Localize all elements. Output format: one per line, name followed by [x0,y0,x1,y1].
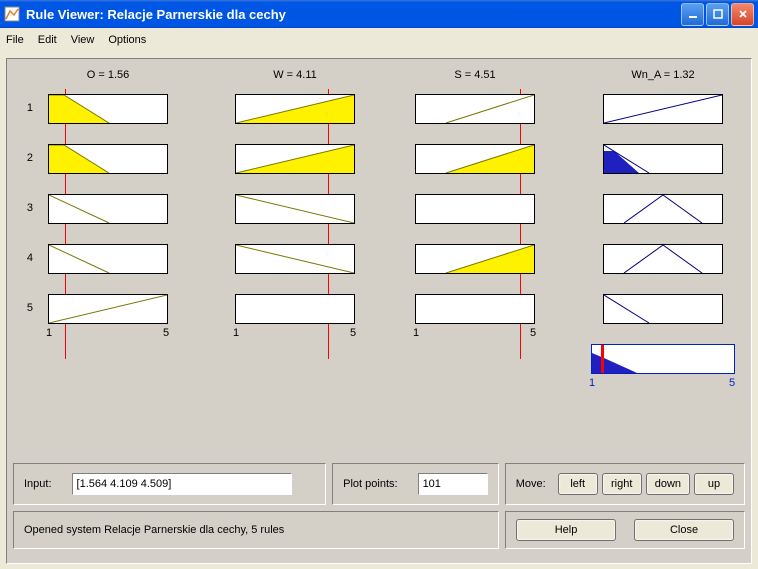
col-header-WnA: Wn_A = 1.32 [603,69,723,81]
mf-S-2[interactable] [415,144,535,174]
move-label: Move: [516,478,546,490]
axis-S-max: 5 [530,327,536,339]
help-close-panel: Help Close [505,511,745,549]
move-left-button[interactable]: left [558,473,598,495]
mf-out-1[interactable] [603,94,723,124]
axis-O-max: 5 [163,327,169,339]
mf-O-2[interactable] [48,144,168,174]
mf-S-5[interactable] [415,294,535,324]
maximize-button[interactable] [706,3,729,26]
axis-O-min: 1 [46,327,52,339]
row-label-5: 5 [18,302,33,314]
axis-W-max: 5 [350,327,356,339]
mf-O-3[interactable] [48,194,168,224]
status-text: Opened system Relacje Parnerskie dla cec… [24,524,284,536]
axis-W-min: 1 [233,327,239,339]
plot-points-field[interactable] [418,473,488,495]
status-panel: Opened system Relacje Parnerskie dla cec… [13,511,499,549]
title-bar: Rule Viewer: Relacje Parnerskie dla cech… [0,0,758,28]
input-label: Input: [24,478,52,490]
mf-W-5[interactable] [235,294,355,324]
row-label-2: 2 [18,152,33,164]
window-title: Rule Viewer: Relacje Parnerskie dla cech… [26,7,681,22]
menu-options[interactable]: Options [108,34,146,46]
menu-bar: File Edit View Options [0,28,758,52]
input-panel: Input: [13,463,326,505]
col-header-W: W = 4.11 [235,69,355,81]
move-right-button[interactable]: right [602,473,642,495]
mf-out-4[interactable] [603,244,723,274]
mf-W-2[interactable] [235,144,355,174]
plot-points-panel: Plot points: [332,463,499,505]
menu-view[interactable]: View [71,34,95,46]
menu-file[interactable]: File [6,34,24,46]
window-close-button[interactable] [731,3,754,26]
mf-W-4[interactable] [235,244,355,274]
move-panel: Move: left right down up [505,463,745,505]
mf-W-1[interactable] [235,94,355,124]
mf-O-5[interactable] [48,294,168,324]
move-up-button[interactable]: up [694,473,734,495]
rule-grid: O = 1.56 W = 4.11 S = 4.51 Wn_A = 1.32 1… [13,69,745,459]
aggregate-output[interactable] [591,344,735,374]
help-button[interactable]: Help [516,519,616,541]
mf-O-1[interactable] [48,94,168,124]
row-label-1: 1 [18,102,33,114]
mf-out-5[interactable] [603,294,723,324]
content-area: O = 1.56 W = 4.11 S = 4.51 Wn_A = 1.32 1… [6,58,752,564]
move-down-button[interactable]: down [646,473,690,495]
col-header-O: O = 1.56 [48,69,168,81]
mf-out-2[interactable] [603,144,723,174]
row-label-3: 3 [18,202,33,214]
app-icon [4,6,20,22]
close-button[interactable]: Close [634,519,734,541]
minimize-button[interactable] [681,3,704,26]
mf-out-3[interactable] [603,194,723,224]
row-label-4: 4 [18,252,33,264]
mf-W-3[interactable] [235,194,355,224]
axis-S-min: 1 [413,327,419,339]
plot-points-label: Plot points: [343,478,397,490]
axis-out-min: 1 [589,377,595,389]
menu-edit[interactable]: Edit [38,34,57,46]
mf-O-4[interactable] [48,244,168,274]
mf-S-3[interactable] [415,194,535,224]
axis-out-max: 5 [729,377,735,389]
col-header-S: S = 4.51 [415,69,535,81]
mf-S-1[interactable] [415,94,535,124]
input-field[interactable] [72,473,292,495]
mf-S-4[interactable] [415,244,535,274]
